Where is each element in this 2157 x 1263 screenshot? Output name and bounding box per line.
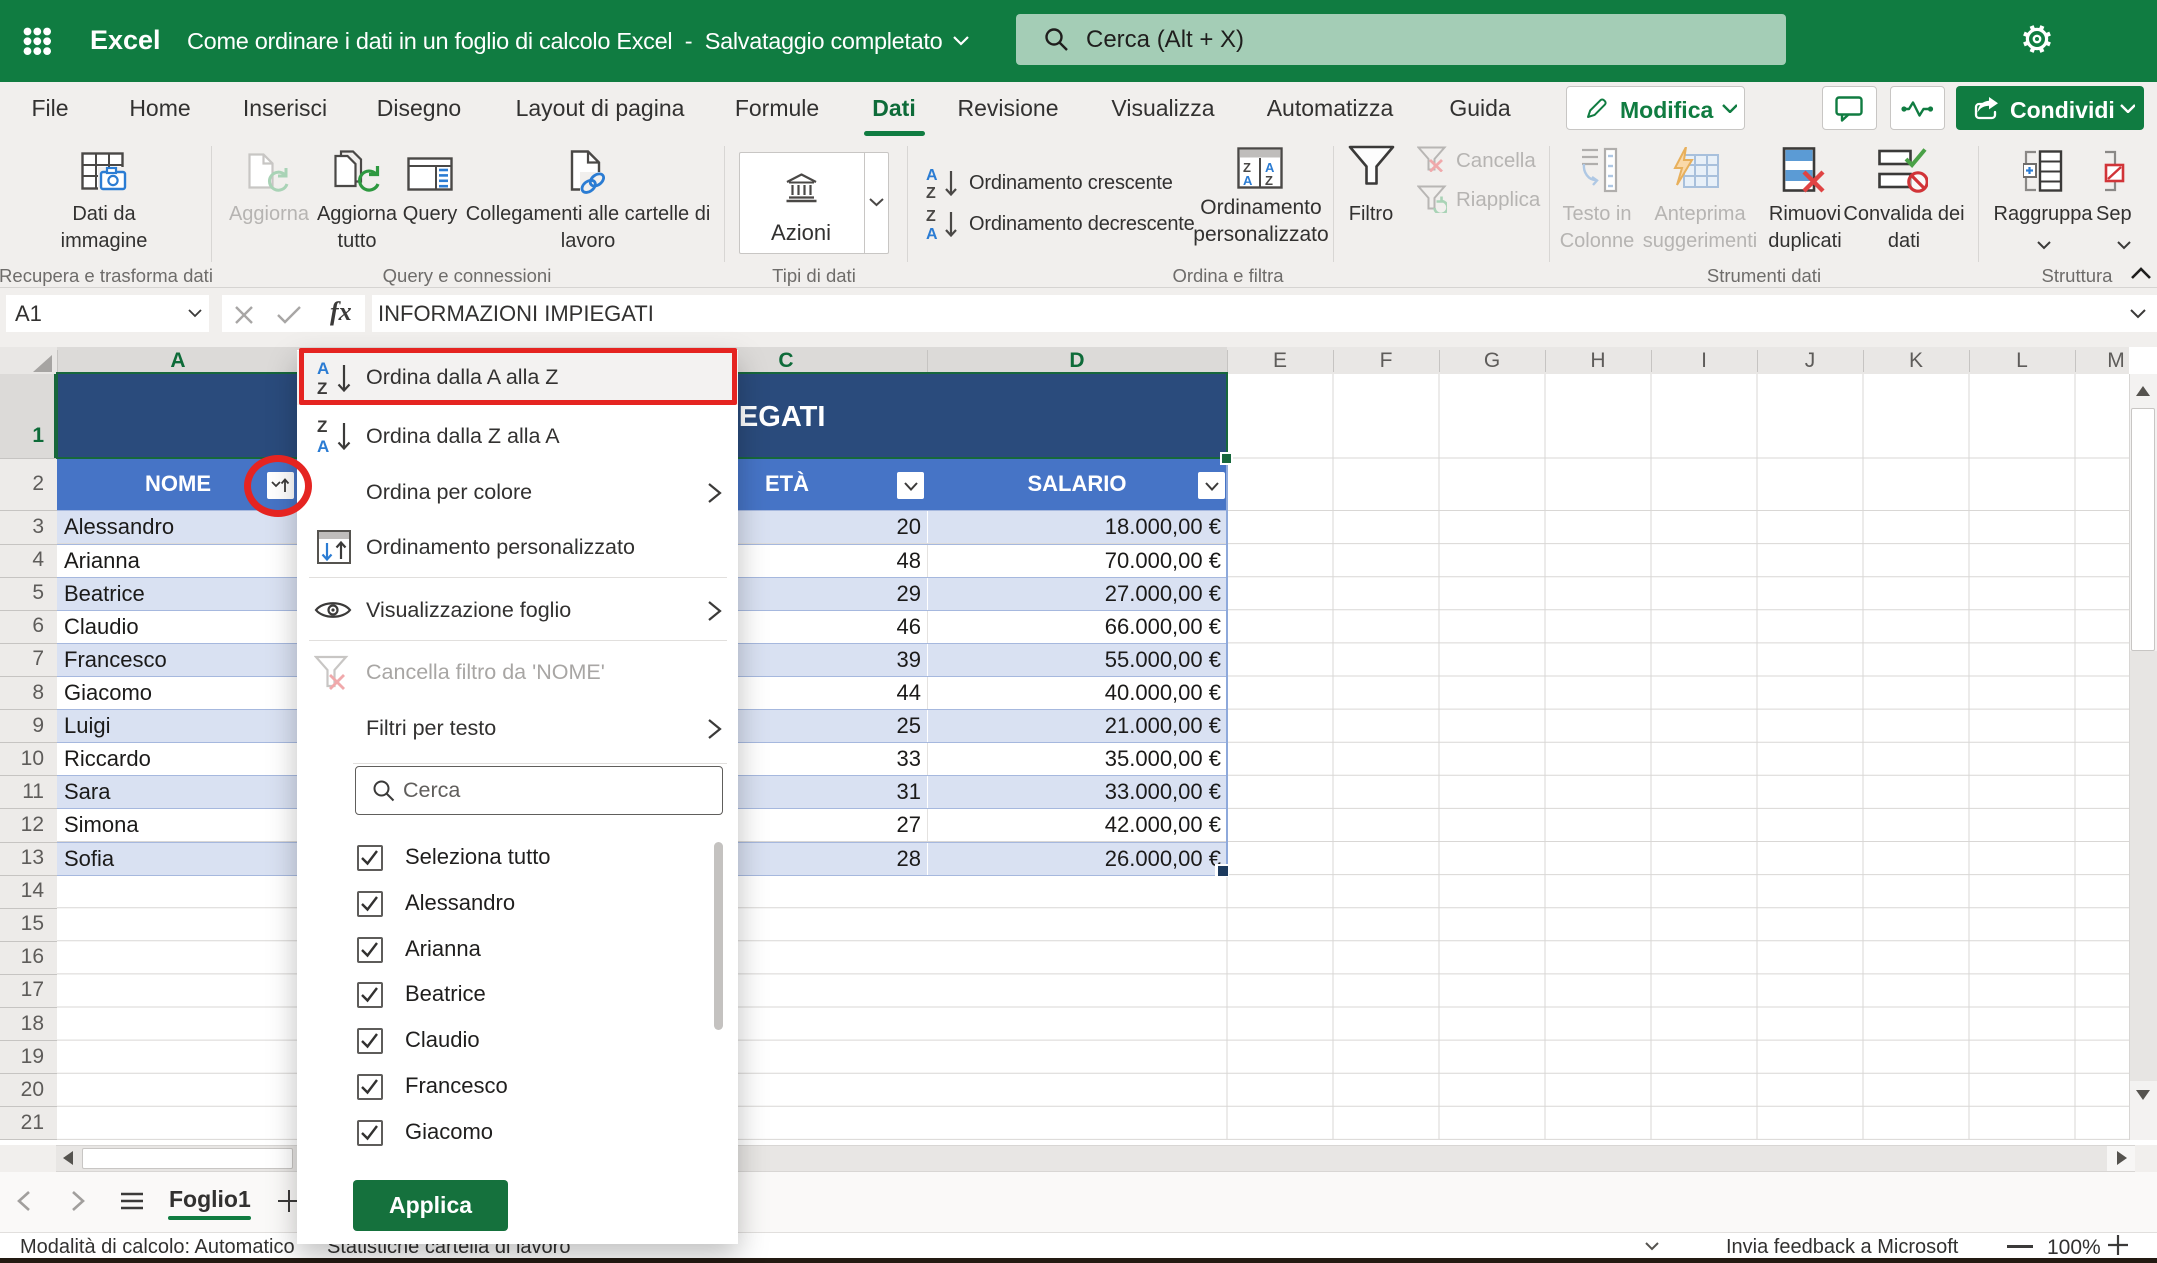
svg-text:Z: Z [1265, 173, 1273, 188]
svg-text:Z: Z [926, 208, 936, 225]
svg-text:A: A [1243, 173, 1253, 188]
svg-text:A: A [926, 226, 938, 241]
svg-text:A: A [926, 167, 938, 184]
svg-text:Z: Z [926, 185, 936, 200]
svg-text:Z: Z [317, 417, 327, 436]
svg-text:A: A [317, 437, 329, 455]
